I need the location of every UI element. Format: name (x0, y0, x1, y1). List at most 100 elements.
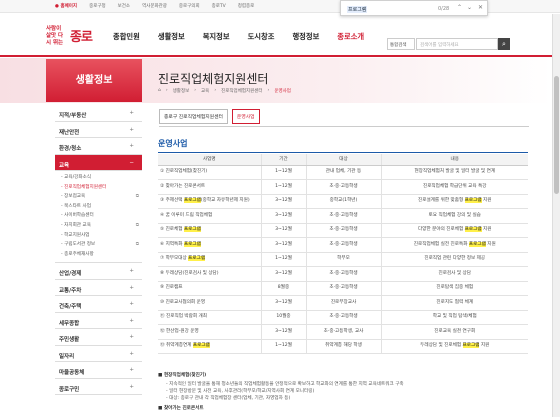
content-cell: 진로직업 관련 다양한 정보 제공 (380, 252, 528, 267)
sidebar-subitem[interactable]: - 구립도서관 정보 ⧉ (61, 240, 142, 250)
breadcrumb-item: 운영사업 (274, 89, 291, 94)
utility-link[interactable]: 종로TV (212, 3, 226, 9)
sidebar-item[interactable]: 산업/경제 + (55, 263, 142, 280)
plus-icon: + (129, 126, 134, 133)
sidebar-item[interactable]: 마을공동체 + (55, 362, 142, 379)
sidebar-item[interactable]: 일자리 + (55, 346, 142, 363)
find-close-icon[interactable]: ✕ (478, 4, 483, 11)
plus-icon: + (129, 367, 134, 374)
search-input[interactable]: 검색어를 입력하세요 (416, 38, 498, 50)
sidebar-item-label: 마을공동체 (59, 370, 85, 377)
find-next-icon[interactable]: ⌄ (467, 4, 472, 11)
breadcrumb-item[interactable]: 교육 (201, 88, 209, 94)
external-link-icon: ⧉ (135, 222, 139, 228)
sidebar-item-label: 건축/주택 (59, 304, 82, 311)
period-cell: 3~12월 (260, 295, 306, 311)
site-logo[interactable]: 사람이 살맛 다시 뛰는 종로 (46, 25, 102, 47)
sidebar-subitem[interactable]: - 학교지원사업 (61, 231, 142, 241)
breadcrumb-item[interactable]: 진로직업체험지원센터 (221, 88, 262, 94)
sidebar-item-label: 주민생활 (59, 337, 80, 344)
table-row: ⑪ 진로직업 박람회 개최 10월중 초·중·고등학생 학교 및 직업 탐색/체험 (158, 310, 528, 325)
nav-item[interactable]: 종로소개 (337, 32, 364, 42)
nav-item[interactable]: 도시창조 (248, 32, 275, 42)
sidebar-subitem[interactable]: - 진로직업체험지원센터 (61, 183, 142, 193)
sidebar-item[interactable]: 지적/부동산 + (55, 105, 142, 122)
search-scope-select[interactable]: 통합검색 (387, 38, 415, 50)
section-rule (158, 152, 528, 153)
find-highlight: 프로그램 (183, 198, 201, 204)
nav-item[interactable]: 행정정보 (292, 32, 319, 42)
target-cell: 초·중·고등학생, 교사 (305, 324, 381, 340)
home-icon[interactable]: ⌂ (158, 88, 161, 94)
sidebar-title: 생활정보 (46, 59, 142, 102)
notes-line: - 대상: 종로구 관내 각 직업체험장 센터(업체, 기관, 자영업자 등) (166, 396, 291, 401)
sidebar-item[interactable]: 환경/청소 + (55, 138, 142, 155)
table-row: ④ 꿈 이루미 드림 직업체험 3~12월 초·중·고등학생 토요 직업체험 강의 및… (158, 208, 528, 224)
sidebar-item[interactable]: 교육 − (55, 154, 142, 171)
content-cell: 진로교육 실천 연구회 (380, 324, 528, 340)
find-highlight: 프로그램 (468, 241, 486, 247)
program-name-cell: ⑨ 진로캠프 (158, 281, 261, 296)
sidebar-item[interactable]: 건축/주택 + (55, 296, 142, 313)
utility-link[interactable]: 중로구청 (89, 3, 106, 9)
sidebar-item[interactable]: 종로구민 + (55, 379, 142, 396)
utility-link[interactable]: 중로구의회 (179, 3, 200, 9)
site-header: 사람이 살맛 다시 뛰는 종로 종합민원 생활정보 복지정보 도시창조 행정정보 종로소개… (0, 13, 556, 57)
find-highlight: 프로그램 (188, 256, 206, 262)
table-header-cell: 대상 (305, 154, 381, 166)
table-row: ⑥ 지역특화 프로그램 3~12월 초·중·고등학생 진로직업체험 실전 진로특화 프… (158, 237, 528, 253)
sidebar-item[interactable]: 세무종합 + (55, 313, 142, 330)
sidebar-item[interactable]: 재난안전 + (55, 122, 142, 138)
find-prev-icon[interactable]: ⌃ (457, 4, 462, 11)
utility-link[interactable]: 청렴종로 (238, 3, 255, 9)
chevron-right-icon: › (214, 88, 217, 93)
program-name-cell: ④ 꿈 이루미 드림 직업체험 (158, 208, 261, 224)
table-header-cell: 사업명 (158, 154, 261, 166)
period-cell: 3~12월 (260, 324, 306, 340)
table-row: ⑩ 진로교사협의회 운영 3~12월 진로부장교사 진로지도 협력 체계 (158, 295, 528, 311)
nav-item[interactable]: 복지정보 (203, 32, 230, 42)
content-tab[interactable]: 운영사업 (231, 109, 260, 124)
table-row: ⑫ 한산업-원강 운영 3~12월 초·중·고등학생, 교사 진로교육 실천 연구회 (158, 324, 528, 340)
nav-item[interactable]: 생활정보 (158, 32, 185, 42)
find-input[interactable]: 프로그램 (347, 6, 368, 13)
page-scrollbar[interactable] (552, 14, 560, 417)
table-row: ③ 주제선택 프로그램(중학교 자유학년제 지원) 3~12월 중학교(1학년) 진로… (158, 194, 528, 209)
table-header-row: 사업명 기간 대상 내용 (158, 154, 528, 166)
sidebar-subitem[interactable]: - 교육/강좌소식 (61, 173, 142, 183)
period-cell: 1~12월 (260, 339, 306, 354)
content-cell: 현장직업체험처 발굴 및 일터 발굴 및 연계 (380, 165, 528, 180)
utility-link[interactable]: ● 홈페이지 (55, 3, 77, 9)
table-header-cell: 기간 (260, 154, 306, 166)
sidebar-subitem[interactable]: - 사이버학습센터 (61, 211, 142, 221)
utility-link[interactable]: 역사문화관광 (142, 3, 167, 9)
sidebar-item[interactable]: 교통/주차 + (55, 280, 142, 297)
period-cell: 3~12월 (260, 223, 306, 238)
sidebar-item-label: 일자리 (59, 353, 75, 360)
search-button[interactable]: ⌕ (498, 38, 510, 50)
program-notes: ■ 현장직업체험(찾진기) - 지속적인 일터 발굴을 통해 청소년들의 직업체… (158, 372, 528, 414)
find-highlight: 프로그램 (183, 241, 201, 247)
sidebar-subitem[interactable]: - 북스타트 사업 (61, 202, 142, 212)
content-tab[interactable]: 종로구 진로직업체험지원센터 (159, 109, 228, 124)
nav-item[interactable]: 종합민원 (113, 32, 140, 42)
find-highlight: 프로그램 (464, 198, 482, 204)
sidebar-item-label: 교육 (59, 162, 70, 169)
sidebar-item-label: 종로구민 (59, 386, 80, 393)
program-name-cell: ⑥ 지역특화 프로그램 (158, 237, 261, 253)
program-name-cell: ⑬ 취약계층연계 프로그램 (158, 339, 261, 354)
period-cell: 3~12월 (260, 266, 306, 282)
breadcrumb-item[interactable]: 생활정보 (173, 88, 190, 94)
target-cell: 초·중·고등학생 (305, 223, 381, 238)
program-name-cell: ⑧ 두레상담(진로검사 및 상담) (158, 266, 261, 282)
period-cell: 1~12월 (260, 165, 306, 180)
sidebar-subitem[interactable]: - 종로주체재사항 (61, 250, 142, 260)
plus-icon: + (129, 301, 134, 308)
scrollbar-thumb[interactable] (554, 76, 559, 194)
utility-link[interactable]: 보건소 (118, 3, 130, 9)
table-row: ⑤ 진로체험 프로그램 3~12월 초·중·고등학생 다양한 분야의 진로체험 프로그… (158, 223, 528, 238)
find-highlight: 프로그램 (464, 227, 482, 233)
sidebar-subitem[interactable]: - 자치회관 교육 ⧉ (61, 221, 142, 231)
sidebar-item[interactable]: 주민생활 + (55, 329, 142, 346)
sidebar-subitem[interactable]: - 장보점교육 ⧉ (61, 192, 142, 202)
